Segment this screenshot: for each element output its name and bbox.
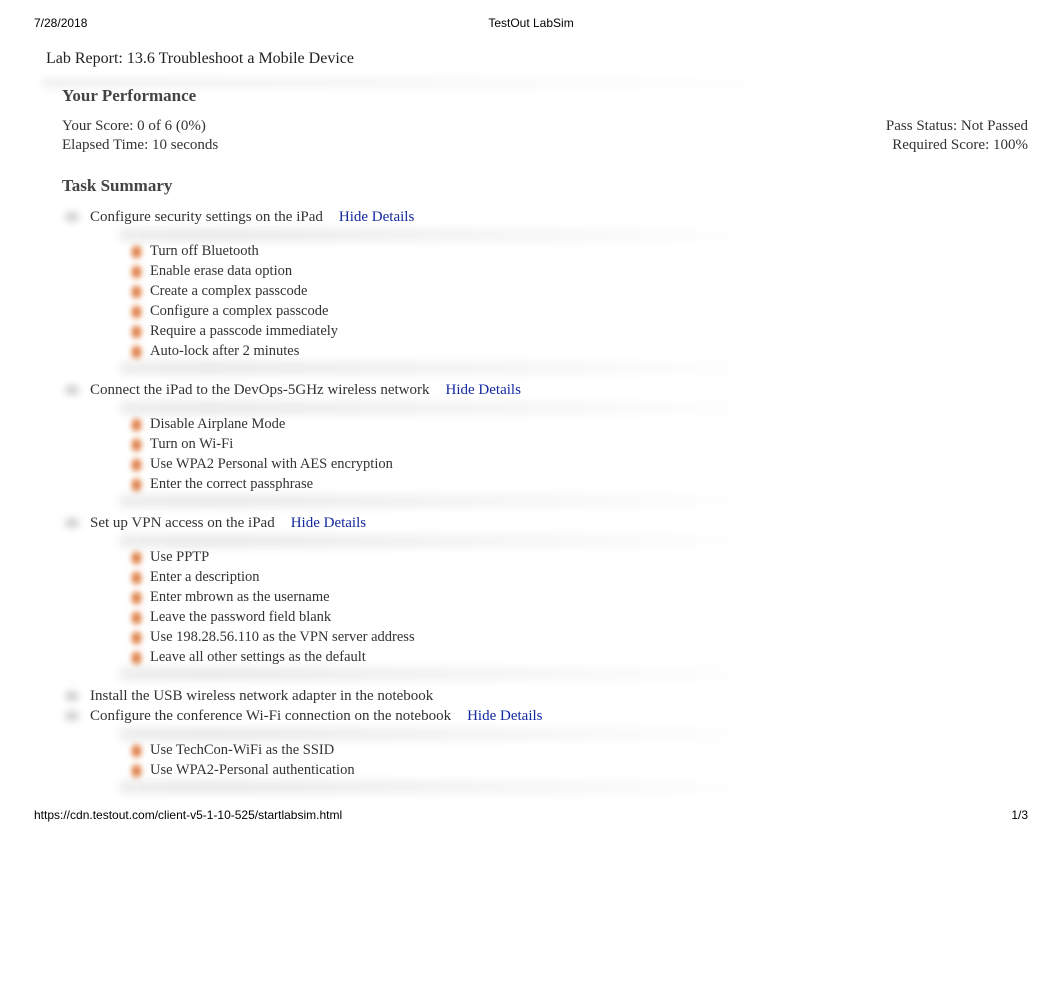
- subtask-text: Use TechCon-WiFi as the SSID: [150, 742, 334, 759]
- subtask-status-icon: [130, 590, 144, 606]
- subtask-text: Turn off Bluetooth: [150, 243, 259, 260]
- subtask-line: Leave the password field blank: [130, 609, 1020, 626]
- subtask-text: Leave all other settings as the default: [150, 649, 366, 666]
- subtask-status-icon: [130, 344, 144, 360]
- subtask-line: Use 198.28.56.110 as the VPN server addr…: [130, 629, 1020, 646]
- elapsed-time: Elapsed Time: 10 seconds: [62, 137, 218, 154]
- subtask-text: Enable erase data option: [150, 263, 292, 280]
- subtask-status-icon: [130, 417, 144, 433]
- subtask-line: Use WPA2-Personal authentication: [130, 762, 1020, 779]
- tasks-container: Configure security settings on the iPad H…: [62, 208, 1028, 790]
- pass-status: Pass Status: Not Passed: [886, 118, 1028, 135]
- subtask-line: Require a passcode immediately: [130, 323, 1020, 340]
- subtask-status-icon: [130, 650, 144, 666]
- subtask-line: Enter mbrown as the username: [130, 589, 1020, 606]
- task-line: Install the USB wireless network adapter…: [62, 687, 1028, 705]
- subtask-line: Turn on Wi-Fi: [130, 436, 1020, 453]
- task-status-icon: [62, 381, 84, 399]
- hide-details-link[interactable]: Hide Details: [446, 382, 521, 399]
- report-title: Lab Report: 13.6 Troubleshoot a Mobile D…: [46, 50, 1028, 68]
- task-details: Use TechCon-WiFi as the SSID Use WPA2-Per…: [122, 731, 1028, 790]
- print-date: 7/28/2018: [34, 16, 87, 30]
- subtask-text: Use WPA2-Personal authentication: [150, 762, 355, 779]
- task-status-icon: [62, 707, 84, 725]
- footer-page-num: 1/3: [1011, 808, 1028, 822]
- subtask-status-icon: [130, 437, 144, 453]
- task-status-icon: [62, 514, 84, 532]
- task-status-icon: [62, 687, 84, 705]
- required-score: Required Score: 100%: [892, 137, 1028, 154]
- subtask-text: Leave the password field blank: [150, 609, 331, 626]
- subtask-text: Auto-lock after 2 minutes: [150, 343, 299, 360]
- subtask-status-icon: [130, 630, 144, 646]
- subtask-status-icon: [130, 610, 144, 626]
- subtask-status-icon: [130, 477, 144, 493]
- hide-details-link[interactable]: Hide Details: [291, 515, 366, 532]
- task-line: Set up VPN access on the iPad Hide Detail…: [62, 514, 1028, 532]
- task-line: Configure the conference Wi-Fi connectio…: [62, 707, 1028, 725]
- subtask-line: Enter a description: [130, 569, 1020, 586]
- subtask-status-icon: [130, 264, 144, 280]
- task-title: Connect the iPad to the DevOps-5GHz wire…: [90, 382, 430, 399]
- subtask-line: Leave all other settings as the default: [130, 649, 1020, 666]
- subtask-text: Require a passcode immediately: [150, 323, 338, 340]
- subtask-line: Create a complex passcode: [130, 283, 1020, 300]
- task-title: Install the USB wireless network adapter…: [90, 688, 433, 705]
- subtask-text: Enter the correct passphrase: [150, 476, 313, 493]
- hide-details-link[interactable]: Hide Details: [467, 708, 542, 725]
- subtask-status-icon: [130, 304, 144, 320]
- task-details: Use PPTP Enter a description Enter mbrown …: [122, 538, 1028, 677]
- subtask-status-icon: [130, 324, 144, 340]
- subtask-status-icon: [130, 550, 144, 566]
- task-details: Turn off Bluetooth Enable erase data opti…: [122, 232, 1028, 371]
- subtask-text: Disable Airplane Mode: [150, 416, 285, 433]
- subtask-line: Enable erase data option: [130, 263, 1020, 280]
- subtask-line: Disable Airplane Mode: [130, 416, 1020, 433]
- page-header: 7/28/2018 TestOut LabSim: [0, 0, 1062, 30]
- score-label: Your Score: 0 of 6 (0%): [62, 118, 206, 135]
- subtask-line: Enter the correct passphrase: [130, 476, 1020, 493]
- subtask-line: Turn off Bluetooth: [130, 243, 1020, 260]
- subtask-text: Enter mbrown as the username: [150, 589, 330, 606]
- report-content: Lab Report: 13.6 Troubleshoot a Mobile D…: [0, 50, 1062, 790]
- task-details: Disable Airplane Mode Turn on Wi-Fi Use WP…: [122, 405, 1028, 504]
- task-title: Set up VPN access on the iPad: [90, 515, 275, 532]
- subtask-line: Use WPA2 Personal with AES encryption: [130, 456, 1020, 473]
- subtask-text: Use PPTP: [150, 549, 209, 566]
- subtask-line: Auto-lock after 2 minutes: [130, 343, 1020, 360]
- subtask-text: Enter a description: [150, 569, 260, 586]
- task-title: Configure the conference Wi-Fi connectio…: [90, 708, 451, 725]
- subtask-line: Configure a complex passcode: [130, 303, 1020, 320]
- task-line: Connect the iPad to the DevOps-5GHz wire…: [62, 381, 1028, 399]
- performance-heading: Your Performance: [62, 86, 1028, 106]
- page-footer: https://cdn.testout.com/client-v5-1-10-5…: [0, 800, 1062, 822]
- task-line: Configure security settings on the iPad H…: [62, 208, 1028, 226]
- subtask-status-icon: [130, 570, 144, 586]
- subtask-text: Create a complex passcode: [150, 283, 307, 300]
- subtask-status-icon: [130, 244, 144, 260]
- subtask-line: Use PPTP: [130, 549, 1020, 566]
- subtask-status-icon: [130, 743, 144, 759]
- subtask-text: Use WPA2 Personal with AES encryption: [150, 456, 393, 473]
- performance-panel: Your Performance Your Score: 0 of 6 (0%)…: [62, 86, 1028, 790]
- subtask-status-icon: [130, 457, 144, 473]
- subtask-line: Use TechCon-WiFi as the SSID: [130, 742, 1020, 759]
- task-status-icon: [62, 208, 84, 226]
- subtask-status-icon: [130, 284, 144, 300]
- task-title: Configure security settings on the iPad: [90, 209, 323, 226]
- footer-url: https://cdn.testout.com/client-v5-1-10-5…: [34, 808, 342, 822]
- hide-details-link[interactable]: Hide Details: [339, 209, 414, 226]
- subtask-text: Turn on Wi-Fi: [150, 436, 233, 453]
- subtask-text: Use 198.28.56.110 as the VPN server addr…: [150, 629, 415, 646]
- subtask-text: Configure a complex passcode: [150, 303, 328, 320]
- task-summary-heading: Task Summary: [62, 176, 1028, 196]
- app-title: TestOut LabSim: [0, 16, 1062, 30]
- subtask-status-icon: [130, 763, 144, 779]
